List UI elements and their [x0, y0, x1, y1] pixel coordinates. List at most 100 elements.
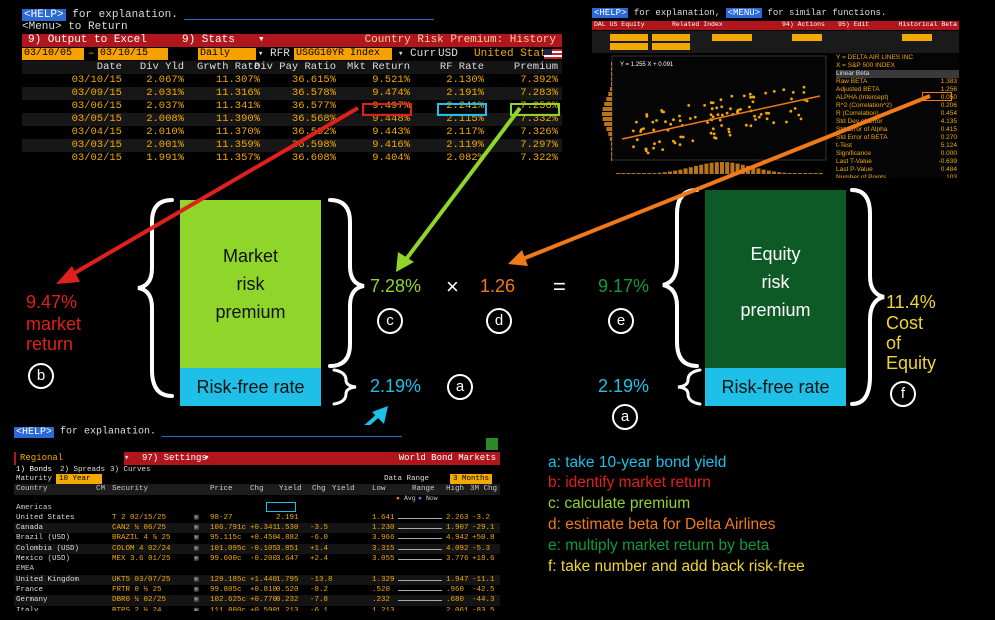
settings-button[interactable]: 97) Settings [142, 452, 207, 465]
bond-row[interactable]: Germany DBR0 ½ 02/25 102.625c +0.770 0.232 -7… [14, 595, 500, 606]
bond-cell: +0.590 [250, 606, 278, 611]
column-header[interactable]: 3M Chg [470, 484, 497, 494]
step-badge-e: e [608, 308, 634, 334]
bond-cell: MEX 3.6 01/25 [112, 555, 171, 564]
cost-of-equity-label: Cost [886, 313, 924, 333]
column-header[interactable]: Price [210, 484, 233, 494]
bond-cell: DBR0 ½ 02/25 [112, 596, 167, 605]
chart-icon[interactable]: ▣ [194, 544, 199, 554]
bond-row[interactable]: Colombia (USD) COLOM 4 02/24 101.095c -0.10… [14, 543, 500, 555]
bond-cell: -13.8 [310, 575, 333, 584]
bond-cell: .680 [446, 596, 465, 605]
chart-icon[interactable]: ▣ [194, 606, 199, 611]
left-curly-brace [137, 198, 174, 398]
range-bar [398, 538, 442, 540]
bond-row[interactable]: Canada CAN2 ½ 06/25 106.791c +0.341 1.530 -3.… [14, 523, 500, 534]
bond-group-header[interactable]: Americas [14, 503, 500, 513]
bond-cell: CAN2 ½ 06/25 [112, 524, 167, 533]
bond-cell: +0.810 [250, 585, 278, 594]
market-return-label: return [26, 334, 74, 354]
column-header[interactable]: Yield [332, 484, 355, 494]
legend-item-d: d: estimate beta for Delta Airlines [548, 516, 776, 533]
region-select[interactable]: Regional [16, 452, 124, 465]
column-header[interactable]: Country [16, 484, 48, 494]
now-legend: Now [426, 494, 438, 502]
help-text: for explanation. [60, 426, 157, 438]
bond-cell: COLOM 4 02/24 [112, 544, 171, 553]
cost-of-equity-label: of [886, 333, 902, 353]
column-header[interactable]: Security [112, 484, 148, 494]
bond-cell: 3.851 [276, 544, 299, 553]
bond-row[interactable]: France FRTR 0 ½ 25 99.805c +0.810 0.520 -8.2.… [14, 585, 500, 595]
column-header[interactable]: Low [372, 484, 386, 494]
bond-row[interactable]: United Kingdom UKT5 03/07/25 129.185c +1.44… [14, 574, 500, 585]
bond-cell: Canada [16, 524, 44, 533]
us-yield-highlight [266, 502, 296, 512]
premium-curly-brace [328, 198, 365, 368]
bond-cell: 1.329 [372, 575, 395, 584]
maturity-select[interactable]: 10 Year [56, 474, 102, 485]
premium-arrow [402, 106, 522, 264]
bond-toolbar: Regional ▾ 97) Settings ▾ World Bond Mar… [14, 452, 500, 465]
chart-icon[interactable]: ▣ [194, 513, 199, 523]
range-bar [398, 579, 442, 581]
bond-cell: 4.942 [446, 534, 469, 543]
bond-group-header[interactable]: EMEA [14, 564, 500, 574]
bond-cell: -6.0 [310, 534, 329, 543]
bond-cell: -5.3 [472, 544, 491, 553]
bond-cell: .960 [446, 585, 465, 594]
help-key[interactable]: <HELP> [14, 426, 55, 438]
bond-row[interactable]: Mexico (USD) MEX 3.6 01/25 99.600c -0.200 3.… [14, 554, 500, 564]
bond-cell: +0.341 [250, 524, 278, 533]
column-header[interactable]: High [446, 484, 464, 494]
bond-row[interactable]: Italy BTPS 2 ½ 24 111.800c +0.590 1.213 -6.1 1… [14, 606, 500, 611]
step-badge-f: f [890, 381, 916, 407]
column-header[interactable]: CM [96, 484, 105, 494]
range-bar [398, 559, 442, 561]
column-header[interactable]: Chg [312, 484, 326, 494]
bond-cell: 95.115c [210, 534, 242, 543]
rf-curly-brace-right [677, 368, 702, 406]
chart-icon[interactable]: ▣ [194, 533, 199, 543]
chart-icon[interactable]: ▣ [194, 523, 199, 533]
bond-cell: +1.4 [310, 544, 329, 553]
chart-icon[interactable]: ▣ [194, 585, 199, 595]
market-return-arrowhead-icon [56, 266, 80, 284]
bond-cell: -8.2 [310, 585, 329, 594]
settings-dropdown-icon[interactable]: ▾ [204, 452, 209, 465]
command-input[interactable] [162, 425, 403, 437]
column-header[interactable]: Range [412, 484, 435, 494]
range-bar [398, 589, 442, 591]
bond-cell: 111.800c [210, 606, 247, 611]
bond-cell: 3.055 [372, 555, 395, 564]
bond-cell: -42.5 [472, 585, 495, 594]
chart-icon[interactable]: ▣ [194, 554, 199, 564]
bond-cell: -11.1 [472, 575, 495, 584]
cost-of-equity-label: Equity [886, 353, 937, 373]
bond-cell: Colombia (USD) [16, 544, 80, 553]
cost-curly-brace [850, 188, 885, 406]
column-header[interactable]: Chg [250, 484, 264, 494]
bond-cell: -29.1 [472, 524, 495, 533]
bond-cell: 1.530 [276, 524, 299, 533]
column-header[interactable]: Yield [279, 484, 302, 494]
region-dropdown-icon[interactable]: ▾ [124, 452, 129, 465]
rf-curly-brace-left [332, 368, 357, 406]
avg-marker-icon: ● [396, 494, 400, 502]
bond-cell: -0.105 [250, 544, 278, 553]
equity-premium-value: 9.17% [598, 276, 650, 296]
bond-cell: -6.1 [310, 606, 329, 611]
bond-row[interactable]: United States T 2 02/15/25 98-27 2.191 1.641… [14, 513, 500, 523]
bond-cell: UKT5 03/07/25 [112, 575, 171, 584]
bond-row[interactable]: Brazil (USD) BRAZIL 4 ⅞ 25 95.115c +0.450 4.… [14, 533, 500, 543]
bond-cell: 98-27 [210, 513, 233, 522]
beta-arrowhead-icon [508, 250, 528, 266]
data-range-select[interactable]: 3 Months [450, 474, 493, 485]
bond-table-body: Americas United States T 2 02/15/25 98-27 2.… [14, 503, 500, 611]
bond-cell: BTPS 2 ½ 24 [112, 606, 162, 611]
cost-of-equity-value: 11.4% [886, 292, 936, 312]
chart-icon[interactable]: ▣ [194, 595, 199, 605]
chart-icon[interactable]: ▣ [194, 575, 199, 585]
command-line[interactable]: <HELP> for explanation. [14, 425, 500, 438]
bond-cell: +0.770 [250, 596, 278, 605]
